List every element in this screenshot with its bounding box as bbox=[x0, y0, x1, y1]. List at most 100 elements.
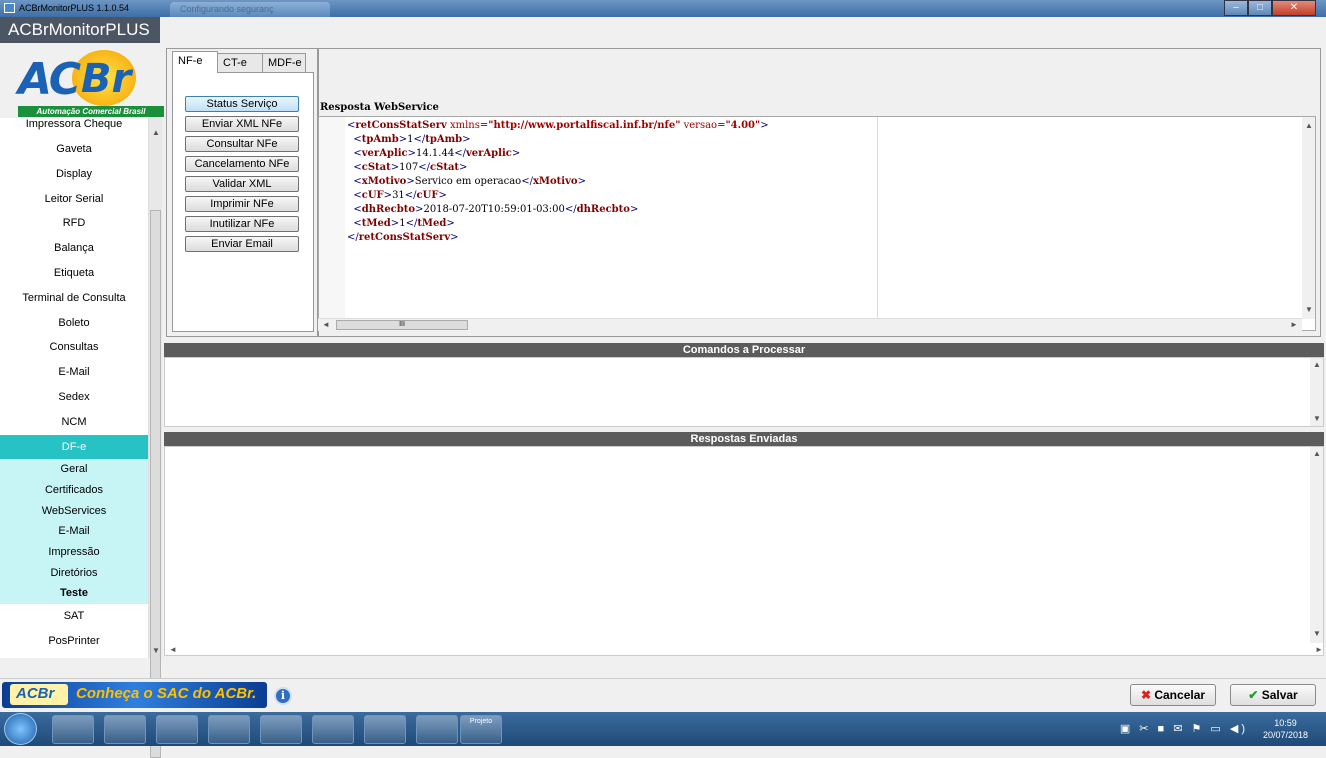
xml-bracket: > bbox=[390, 162, 400, 173]
respostas-scroll-up-icon[interactable]: ▲ bbox=[1313, 449, 1321, 458]
sidebar-subitem-impressao[interactable]: Impressão bbox=[0, 542, 148, 563]
scroll-left-icon[interactable]: ◄ bbox=[322, 320, 330, 329]
maximize-button[interactable]: □ bbox=[1248, 0, 1272, 16]
xml-scroll-down-icon[interactable]: ▼ bbox=[1305, 305, 1313, 314]
xml-bracket: < bbox=[353, 190, 362, 201]
xml-root-tag: retConsStatServ bbox=[358, 232, 451, 243]
sidebar-item-posprinter[interactable]: PosPrinter bbox=[0, 629, 148, 654]
sidebar-subitem-geral[interactable]: Geral bbox=[0, 459, 148, 481]
sidebar-item-impressora-cheque[interactable]: Impressora Cheque bbox=[0, 118, 148, 137]
validar-xml-button[interactable]: Validar XML bbox=[185, 176, 299, 192]
taskbar-notes-icon[interactable] bbox=[312, 715, 354, 744]
taskbar-cmd-icon[interactable] bbox=[260, 715, 302, 744]
xml-tag: cUF bbox=[361, 190, 384, 201]
sidebar-item-terminal-consulta[interactable]: Terminal de Consulta bbox=[0, 286, 148, 311]
status-servico-button[interactable]: Status Serviço bbox=[185, 96, 299, 112]
sidebar-subitem-teste[interactable]: Teste bbox=[0, 583, 148, 605]
cancelamento-nfe-button[interactable]: Cancelamento NFe bbox=[185, 156, 299, 172]
info-icon[interactable]: i bbox=[274, 687, 292, 705]
sidebar-subitem-diretorios[interactable]: Diretórios bbox=[0, 562, 148, 584]
xml-bracket: </ bbox=[521, 176, 533, 187]
respostas-scroll-down-icon[interactable]: ▼ bbox=[1313, 629, 1321, 638]
xml-code: <retConsStatServ xmlns="http://www.porta… bbox=[347, 119, 769, 245]
comandos-scrollbar[interactable]: ▲ ▼ bbox=[1310, 358, 1323, 426]
taskbar-media-player-icon[interactable] bbox=[52, 715, 94, 744]
sidebar-item-leitor-serial[interactable]: Leitor Serial bbox=[0, 187, 148, 212]
xml-tag: tpAmb bbox=[425, 134, 463, 145]
tab-cte[interactable]: CT-e bbox=[217, 53, 263, 73]
salvar-button[interactable]: ✔ Salvar bbox=[1230, 684, 1316, 706]
respostas-header: Respostas Enviadas bbox=[164, 432, 1324, 446]
minimize-button[interactable]: – bbox=[1224, 0, 1248, 16]
sidebar-item-boleto[interactable]: Boleto bbox=[0, 311, 148, 336]
tab-nfe[interactable]: NF-e bbox=[172, 51, 218, 73]
scroll-right-icon[interactable]: ► bbox=[1290, 320, 1298, 329]
sidebar-item-email[interactable]: E-Mail bbox=[0, 360, 148, 385]
taskbar-explorer-icon[interactable] bbox=[156, 715, 198, 744]
app-header: ACBrMonitorPLUS bbox=[0, 17, 1326, 43]
sidebar-subitem-certificados[interactable]: Certificados bbox=[0, 480, 148, 501]
sidebar-scroll-thumb[interactable] bbox=[150, 210, 161, 758]
scroll-up-icon[interactable]: ▲ bbox=[152, 128, 160, 137]
windows-start-icon[interactable] bbox=[4, 713, 37, 745]
comandos-scroll-up-icon[interactable]: ▲ bbox=[1313, 360, 1321, 369]
taskbar-acbr-icon[interactable]: Projeto bbox=[460, 715, 502, 744]
xml-scroll-up-icon[interactable]: ▲ bbox=[1305, 121, 1313, 130]
inutilizar-nfe-button[interactable]: Inutilizar NFe bbox=[185, 216, 299, 232]
respostas-textarea[interactable]: ▲ ▼ ◄ ► bbox=[164, 446, 1324, 656]
xml-bracket: < bbox=[353, 176, 362, 187]
consultar-nfe-button[interactable]: Consultar NFe bbox=[185, 136, 299, 152]
scroll-down-icon[interactable]: ▼ bbox=[152, 646, 160, 655]
sidebar-item-rfd[interactable]: RFD bbox=[0, 211, 148, 236]
window-titlebar: ACBrMonitorPLUS 1.1.0.54 Configurando se… bbox=[0, 0, 1326, 17]
sidebar-item-sedex[interactable]: Sedex bbox=[0, 385, 148, 410]
taskbar-network-icon[interactable] bbox=[416, 715, 458, 744]
xml-horizontal-scrollbar[interactable]: ◄ III ► bbox=[318, 318, 1302, 331]
sidebar-item-ncm[interactable]: NCM bbox=[0, 410, 148, 435]
xml-tag: cUF bbox=[416, 190, 439, 201]
sidebar-item-display[interactable]: Display bbox=[0, 162, 148, 187]
sidebar-item-balanca[interactable]: Balança bbox=[0, 236, 148, 261]
xml-tag: tpAmb bbox=[361, 134, 399, 145]
xml-bracket: < bbox=[353, 148, 362, 159]
close-button[interactable]: ✕ bbox=[1272, 0, 1316, 16]
xml-bracket: </ bbox=[418, 162, 431, 173]
sac-banner[interactable]: ACBr Conheça o SAC do ACBr. bbox=[2, 682, 267, 708]
sidebar-subitem-email[interactable]: E-Mail bbox=[0, 521, 148, 543]
respostas-scroll-right-icon[interactable]: ► bbox=[1315, 645, 1323, 654]
sidebar-item-consultas[interactable]: Consultas bbox=[0, 335, 148, 360]
enviar-xml-button[interactable]: Enviar XML NFe bbox=[185, 116, 299, 132]
sidebar-menu: Impressora Cheque Gaveta Display Leitor … bbox=[0, 118, 148, 658]
sidebar-item-gaveta[interactable]: Gaveta bbox=[0, 137, 148, 162]
system-tray-icons[interactable]: ▣ ✂ ■ ✉ ⚑ ▭ ◀) bbox=[1120, 722, 1248, 735]
sac-banner-text: Conheça o SAC do ACBr. bbox=[76, 685, 257, 702]
xml-bracket: > bbox=[407, 148, 417, 159]
taskbar-ie-icon[interactable] bbox=[208, 715, 250, 744]
sidebar-scrollbar[interactable]: ▲ ▼ bbox=[148, 118, 162, 758]
xml-vertical-scrollbar[interactable]: ▲ ▼ bbox=[1302, 117, 1315, 319]
xml-bracket: > bbox=[462, 134, 471, 145]
respostas-scroll-left-icon[interactable]: ◄ bbox=[169, 645, 177, 654]
tab-mdfe[interactable]: MDF-e bbox=[262, 53, 306, 73]
taskbar-calculator-icon[interactable] bbox=[364, 715, 406, 744]
cancelar-button[interactable]: ✖ Cancelar bbox=[1130, 684, 1216, 706]
comandos-scroll-down-icon[interactable]: ▼ bbox=[1313, 414, 1321, 423]
sidebar-item-sat[interactable]: SAT bbox=[0, 604, 148, 629]
respostas-scrollbar[interactable]: ▲ ▼ bbox=[1310, 447, 1323, 643]
xml-bracket: > bbox=[406, 176, 415, 187]
xml-tag: cStat bbox=[430, 162, 460, 173]
sidebar-item-etiqueta[interactable]: Etiqueta bbox=[0, 261, 148, 286]
xml-line: <verAplic>14.1.44</verAplic> bbox=[347, 147, 769, 161]
sidebar-item-dfe[interactable]: DF-e bbox=[0, 434, 148, 460]
taskbar-clock[interactable]: 10:59 20/07/2018 bbox=[1263, 717, 1308, 741]
xml-hscroll-thumb[interactable]: III bbox=[336, 320, 468, 330]
xml-bracket: > bbox=[438, 190, 447, 201]
background-window-tab[interactable]: Configurando seguranç bbox=[170, 2, 330, 17]
sidebar-subitem-webservices[interactable]: WebServices bbox=[0, 500, 148, 522]
xml-response-view[interactable]: <retConsStatServ xmlns="http://www.porta… bbox=[318, 116, 1316, 331]
taskbar-chrome-icon[interactable] bbox=[104, 715, 146, 744]
comandos-textarea[interactable]: ▲ ▼ bbox=[164, 357, 1324, 427]
imprimir-nfe-button[interactable]: Imprimir NFe bbox=[185, 196, 299, 212]
xml-bracket: > bbox=[446, 218, 455, 229]
enviar-email-button[interactable]: Enviar Email bbox=[185, 236, 299, 252]
